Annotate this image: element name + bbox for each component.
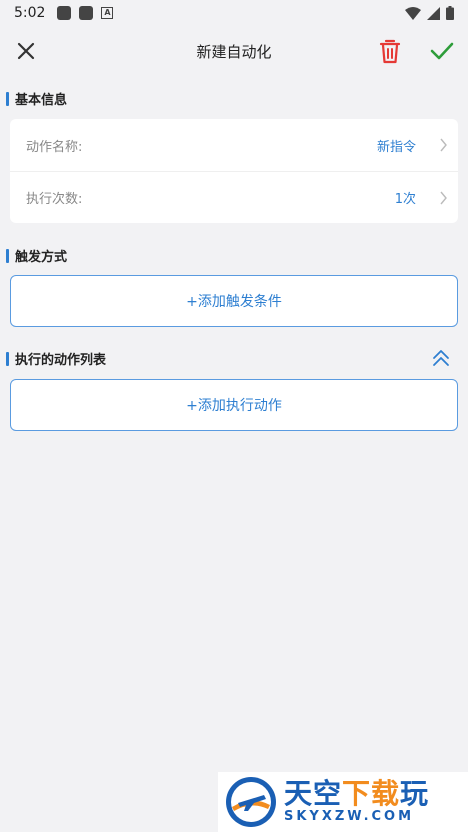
check-icon[interactable] xyxy=(429,39,455,63)
signal-icon xyxy=(427,6,440,20)
toolbar: 新建自动化 xyxy=(0,26,468,76)
chevron-right-icon xyxy=(440,191,447,205)
wifi-icon xyxy=(405,6,421,20)
status-bar: 5:02 A xyxy=(0,0,468,26)
app-notification-icon: A xyxy=(101,7,114,19)
row-label: 动作名称: xyxy=(26,139,83,155)
section-trigger: 触发方式 xyxy=(6,246,67,265)
status-time: 5:02 xyxy=(14,5,46,21)
action-name-row[interactable]: 动作名称: 新指令 xyxy=(10,119,458,171)
chevron-right-icon xyxy=(440,138,447,152)
section-title: 执行的动作列表 xyxy=(15,353,107,368)
notification-icon xyxy=(79,6,94,20)
trash-icon[interactable] xyxy=(378,38,402,64)
section-title: 触发方式 xyxy=(15,250,68,265)
section-actions: 执行的动作列表 xyxy=(6,349,106,368)
section-marker xyxy=(6,91,9,106)
battery-icon xyxy=(446,6,454,20)
basic-info-card: 动作名称: 新指令 执行次数: 1次 xyxy=(10,119,458,223)
section-marker xyxy=(6,248,9,263)
collapse-icon[interactable] xyxy=(430,347,452,369)
add-action-button[interactable]: +添加执行动作 xyxy=(10,379,458,431)
watermark-logo: 天空下载玩 SKYXZW.COM xyxy=(218,772,468,832)
action-name-value: 新指令 xyxy=(376,139,416,155)
row-label: 执行次数: xyxy=(26,192,83,207)
plane-logo-icon xyxy=(226,777,276,827)
section-marker xyxy=(6,351,9,366)
section-basic-info: 基本信息 xyxy=(6,89,67,108)
notification-icon xyxy=(57,6,72,20)
execution-count-value: 1次 xyxy=(394,192,416,207)
section-title: 基本信息 xyxy=(15,93,68,108)
execution-count-row[interactable]: 执行次数: 1次 xyxy=(10,171,458,223)
add-trigger-button[interactable]: +添加触发条件 xyxy=(10,275,458,327)
